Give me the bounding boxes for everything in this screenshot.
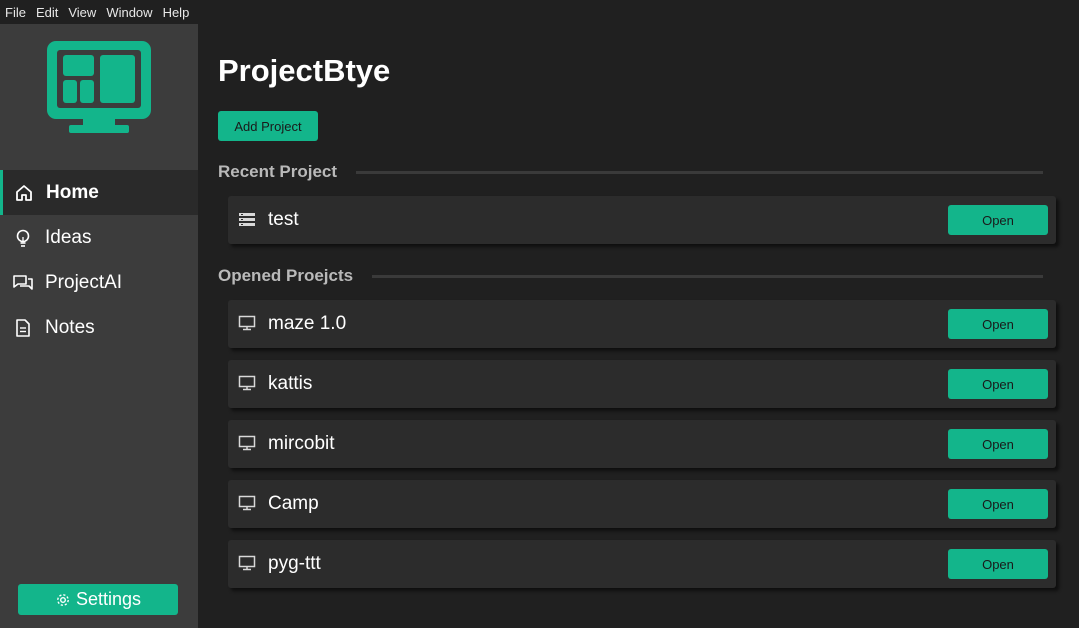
- monitor-icon: [238, 375, 256, 391]
- sidebar-item-label: Home: [46, 181, 99, 203]
- chat-icon: [12, 272, 34, 294]
- lightbulb-icon: [12, 227, 34, 249]
- open-button[interactable]: Open: [948, 489, 1048, 519]
- project-name: test: [268, 209, 299, 230]
- sidebar: Home Ideas ProjectAI Notes Settings: [0, 24, 198, 628]
- sidebar-nav: Home Ideas ProjectAI Notes: [0, 170, 198, 350]
- page-title: ProjectBtye: [218, 53, 391, 88]
- menu-file[interactable]: File: [0, 5, 31, 20]
- app-logo-icon: [47, 41, 151, 133]
- divider: [372, 274, 1043, 278]
- open-button[interactable]: Open: [948, 429, 1048, 459]
- sidebar-item-label: Notes: [45, 316, 95, 338]
- recent-section-header: Recent Project: [218, 162, 1043, 182]
- open-button[interactable]: Open: [948, 369, 1048, 399]
- gear-icon: [55, 592, 71, 608]
- project-card: maze 1.0 Open: [228, 300, 1056, 348]
- project-card: Camp Open: [228, 480, 1056, 528]
- list-icon: [239, 213, 255, 226]
- project-card: kattis Open: [228, 360, 1056, 408]
- divider: [356, 170, 1043, 174]
- menu-help[interactable]: Help: [158, 5, 195, 20]
- menu-edit[interactable]: Edit: [31, 5, 63, 20]
- sidebar-item-home[interactable]: Home: [0, 170, 198, 215]
- project-name: maze 1.0: [268, 313, 347, 334]
- open-button[interactable]: Open: [948, 549, 1048, 579]
- sidebar-item-label: ProjectAI: [45, 271, 123, 293]
- monitor-icon: [238, 315, 256, 331]
- menu-view[interactable]: View: [63, 5, 101, 20]
- sidebar-item-label: Ideas: [45, 226, 92, 248]
- project-name: Camp: [268, 493, 319, 514]
- main-content: ProjectBtye Add Project Recent Project t…: [198, 24, 1079, 628]
- sidebar-item-ideas[interactable]: Ideas: [0, 215, 198, 260]
- menu-bar: File Edit View Window Help: [0, 0, 1079, 24]
- monitor-icon: [238, 435, 256, 451]
- monitor-icon: [238, 495, 256, 511]
- project-card: mircobit Open: [228, 420, 1056, 468]
- project-name: pyg-ttt: [268, 553, 321, 574]
- project-card: test Open: [228, 196, 1056, 244]
- add-project-button[interactable]: Add Project: [218, 111, 318, 141]
- opened-section-header: Opened Proejcts: [218, 266, 1043, 286]
- settings-button[interactable]: Settings: [18, 584, 178, 615]
- document-icon: [12, 317, 34, 339]
- project-name: kattis: [268, 373, 313, 394]
- monitor-icon: [238, 555, 256, 571]
- sidebar-item-notes[interactable]: Notes: [0, 305, 198, 350]
- open-button[interactable]: Open: [948, 205, 1048, 235]
- menu-window[interactable]: Window: [101, 5, 157, 20]
- project-name: mircobit: [268, 433, 335, 454]
- open-button[interactable]: Open: [948, 309, 1048, 339]
- settings-label: Settings: [75, 589, 142, 609]
- section-title: Recent Project: [218, 162, 338, 181]
- sidebar-item-projectai[interactable]: ProjectAI: [0, 260, 198, 305]
- project-card: pyg-ttt Open: [228, 540, 1056, 588]
- home-icon: [13, 182, 35, 204]
- section-title: Opened Proejcts: [218, 266, 354, 285]
